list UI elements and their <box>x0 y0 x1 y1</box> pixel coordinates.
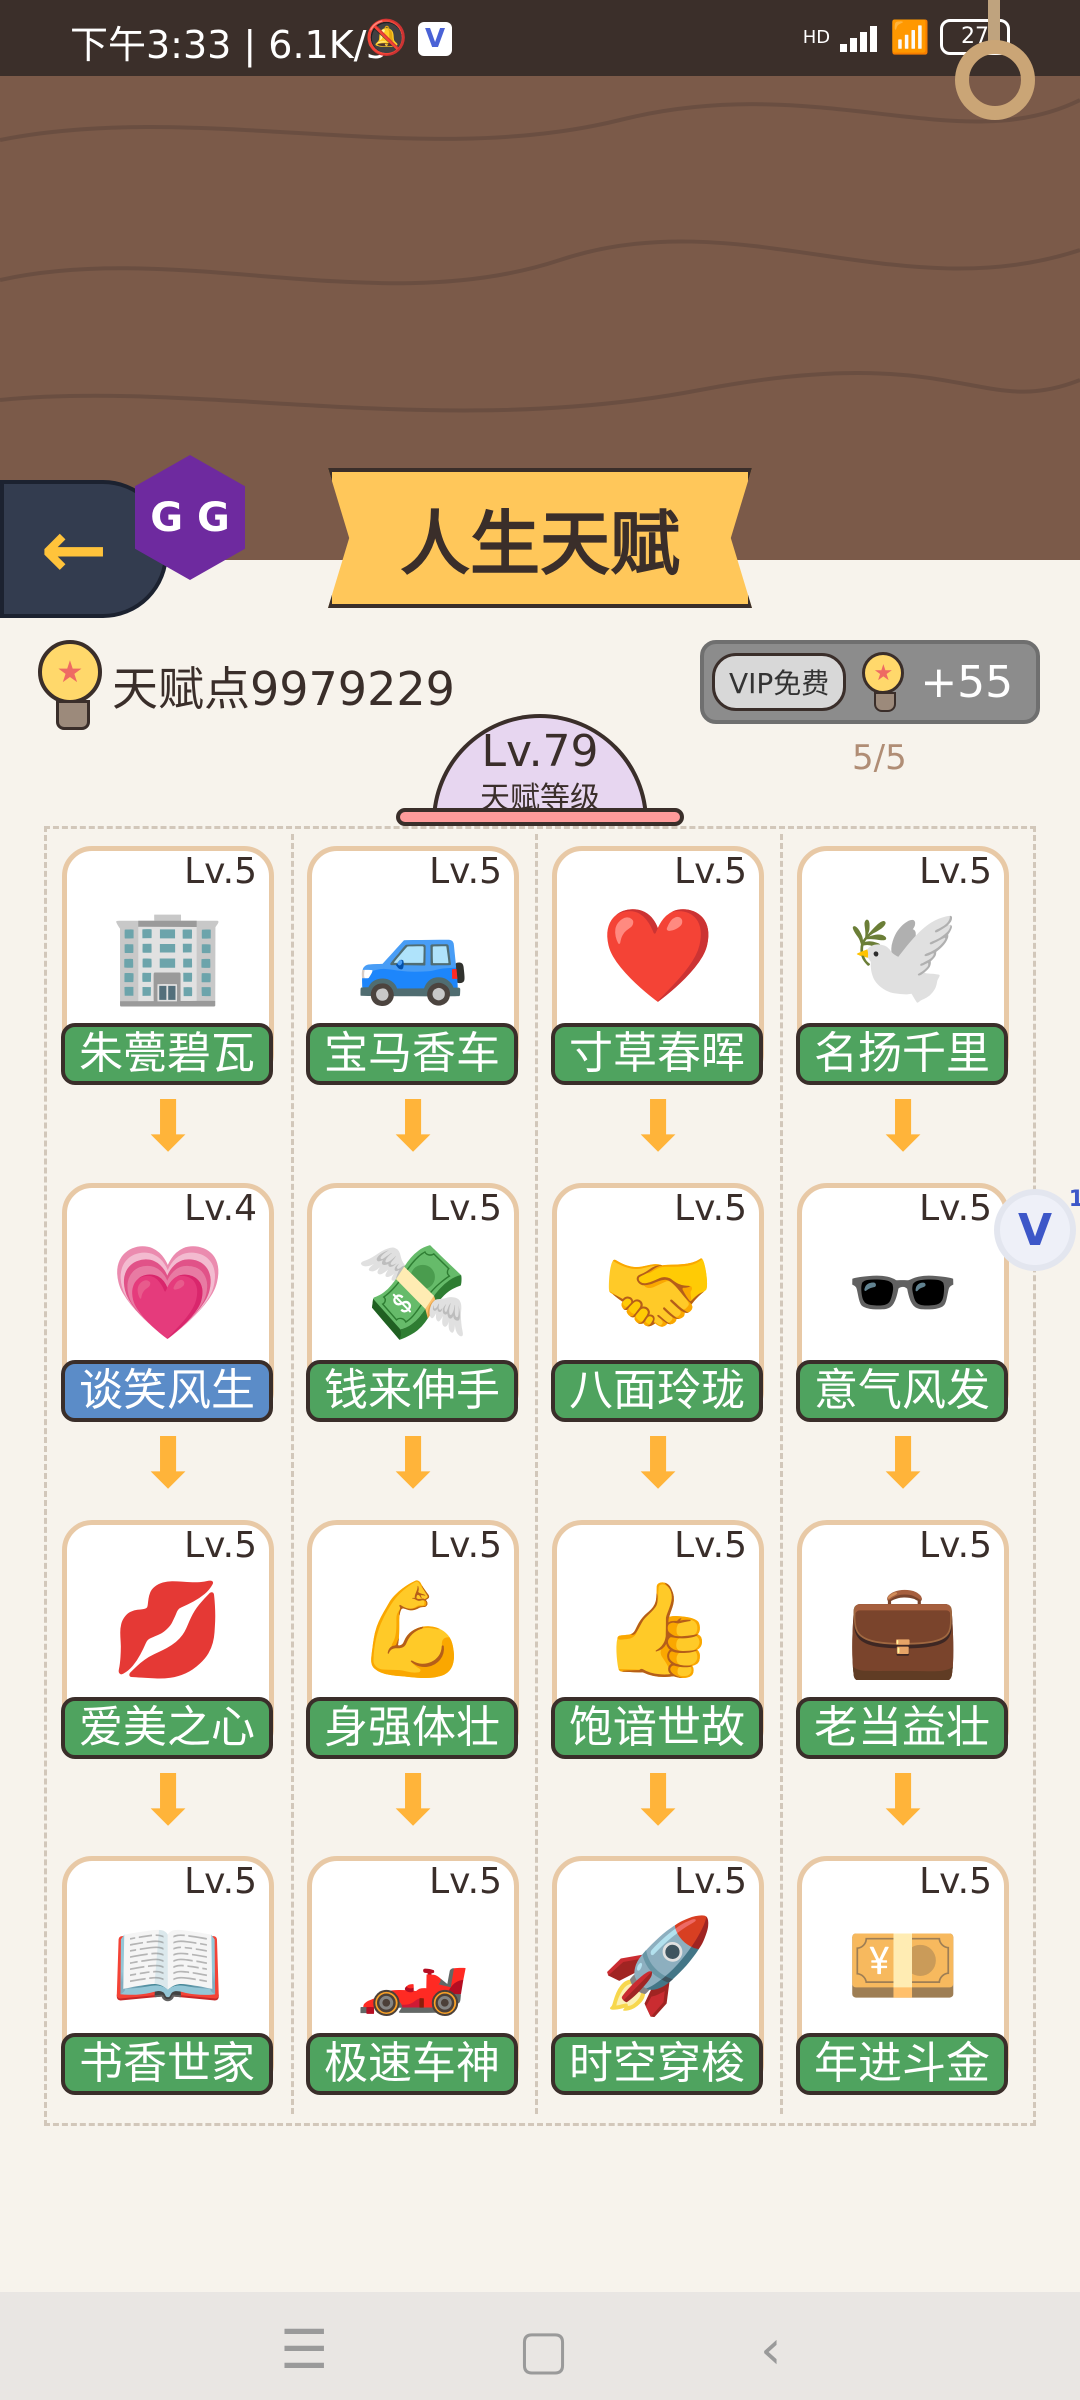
money-growth-icon: 💴 <box>845 1912 961 2019</box>
talent-card-label: 极速车神 <box>306 2033 518 2095</box>
talent-card-label: 老当益壮 <box>796 1697 1008 1759</box>
v-icon: V <box>1017 1204 1053 1256</box>
column-divider <box>535 834 538 2114</box>
talent-card[interactable]: Lv.5 🕊️ 名扬千里 <box>796 846 1009 1085</box>
v-app-icon: V <box>418 22 452 56</box>
sale-building-icon: 🏢 <box>110 902 226 1009</box>
money-hand-icon: 💸 <box>355 1239 471 1346</box>
arrow-down-icon: ⬇ <box>383 1085 443 1167</box>
page-title: 人生天赋 <box>328 468 752 608</box>
talent-points-text: 天赋点9979229 <box>112 662 455 716</box>
column-divider <box>291 834 294 2114</box>
talent-card[interactable]: Lv.5 🤝 八面玲珑 <box>551 1183 764 1422</box>
floating-v-button[interactable]: V 1 <box>1000 1187 1080 1265</box>
vip-remaining-count: 5/5 <box>852 738 907 778</box>
wifi-icon: 📶 <box>890 18 930 56</box>
sale-car-icon: 🚙 <box>355 902 471 1009</box>
talent-card-label: 饱谙世故 <box>551 1697 763 1759</box>
talent-card[interactable]: Lv.5 🏢 朱甍碧瓦 <box>61 846 274 1085</box>
talent-card-label: 宝马香车 <box>306 1023 518 1085</box>
talent-card-label: 名扬千里 <box>796 1023 1008 1085</box>
briefcase-icon: 💼 <box>845 1576 961 1683</box>
arrow-down-icon: ⬇ <box>873 1085 933 1167</box>
talent-card-label: 寸草春晖 <box>551 1023 763 1085</box>
handshake-icon: 🤝 <box>600 1239 716 1346</box>
talent-points: ★ 天赋点9979229 <box>38 640 455 732</box>
talent-card[interactable]: Lv.5 💋 爱美之心 <box>61 1520 274 1759</box>
talent-card-label: 书香世家 <box>61 2033 273 2095</box>
network-type: HD <box>802 26 831 48</box>
arrow-down-icon: ⬇ <box>383 1422 443 1504</box>
arrow-down-icon: ⬇ <box>383 1759 443 1841</box>
talent-card-label: 八面玲珑 <box>551 1360 763 1422</box>
sports-car-icon: 🏎️ <box>355 1912 471 2019</box>
back-nav-button[interactable]: ‹ <box>760 2318 782 2381</box>
talent-card[interactable]: Lv.5 ❤️ 寸草春晖 <box>551 846 764 1085</box>
talent-card[interactable]: Lv.5 💪 身强体壮 <box>306 1520 519 1759</box>
wood-texture <box>0 98 1080 413</box>
signal-icon <box>840 22 880 52</box>
smile-heart-icon: 💗 <box>110 1239 226 1346</box>
bird-icon: 🕊️ <box>845 902 961 1009</box>
talent-card[interactable]: Lv.5 💸 钱来伸手 <box>306 1183 519 1422</box>
arrow-down-icon: ⬇ <box>138 1759 198 1841</box>
floating-badge-count: 1 <box>1068 1187 1080 1212</box>
talent-card-label: 爱美之心 <box>61 1697 273 1759</box>
talent-card[interactable]: Lv.5 🏎️ 极速车神 <box>306 1856 519 2095</box>
talent-card-label: 钱来伸手 <box>306 1360 518 1422</box>
book-icon: 📖 <box>110 1912 226 2019</box>
lightbulb-icon: ★ <box>862 652 905 712</box>
bell-muted-icon: 🔕 <box>365 18 408 58</box>
talent-card[interactable]: Lv.5 💴 年进斗金 <box>796 1856 1009 2095</box>
talent-level-value: Lv.79 <box>481 726 599 777</box>
status-time-speed: 下午3:33 | 6.1K/s <box>70 23 387 67</box>
ring-decoration <box>955 40 1035 120</box>
vip-free-button[interactable]: VIP免费 ★ +55 <box>700 640 1040 724</box>
talent-card-label: 朱甍碧瓦 <box>61 1023 273 1085</box>
talent-card[interactable]: Lv.5 📖 书香世家 <box>61 1856 274 2095</box>
menu-nav-button[interactable]: ☰ <box>280 2318 328 2381</box>
rocket-icon: 🚀 <box>600 1912 716 2019</box>
column-divider <box>780 834 783 2114</box>
arrow-down-icon: ⬇ <box>138 1085 198 1167</box>
arrow-down-icon: ⬇ <box>873 1759 933 1841</box>
talent-card[interactable]: Lv.5 🚀 时空穿梭 <box>551 1856 764 2095</box>
arrow-down-icon: ⬇ <box>628 1759 688 1841</box>
hat-sunglasses-icon: 🕶️ <box>845 1239 961 1346</box>
status-bar: 下午3:33 | 6.1K/s 🔕 V HD 📶 27 <box>0 0 1080 76</box>
talent-card[interactable]: Lv.4 💗 谈笑风生 <box>61 1183 274 1422</box>
talent-card[interactable]: Lv.5 👍 饱谙世故 <box>551 1520 764 1759</box>
talent-card[interactable]: Lv.5 🚙 宝马香车 <box>306 846 519 1085</box>
talent-card-label: 时空穿梭 <box>551 2033 763 2095</box>
level-base <box>396 808 684 826</box>
talent-card-label: 身强体壮 <box>306 1697 518 1759</box>
arrow-down-icon: ⬇ <box>138 1422 198 1504</box>
lips-syringe-icon: 💋 <box>110 1576 226 1683</box>
arrow-down-icon: ⬇ <box>873 1422 933 1504</box>
vip-amount: +55 <box>920 656 1014 708</box>
navigation-bar: ☰ ▢ ‹ <box>0 2292 1080 2400</box>
muscle-icon: 💪 <box>355 1576 471 1683</box>
arrow-down-icon: ⬇ <box>628 1085 688 1167</box>
heart-family-icon: ❤️ <box>600 902 716 1009</box>
home-nav-button[interactable]: ▢ <box>518 2318 569 2381</box>
arrow-down-icon: ⬇ <box>628 1422 688 1504</box>
thumbs-up-icon: 👍 <box>600 1576 716 1683</box>
lightbulb-icon: ★ <box>38 640 102 732</box>
talent-card[interactable]: Lv.5 💼 老当益壮 <box>796 1520 1009 1759</box>
talent-card-label: 意气风发 <box>796 1360 1008 1422</box>
talent-card-label: 年进斗金 <box>796 2033 1008 2095</box>
talent-card-label: 谈笑风生 <box>61 1360 273 1422</box>
arrow-left-icon: ← <box>40 502 108 596</box>
talent-card[interactable]: Lv.5 🕶️ 意气风发 <box>796 1183 1009 1422</box>
vip-badge: VIP免费 <box>712 653 847 711</box>
